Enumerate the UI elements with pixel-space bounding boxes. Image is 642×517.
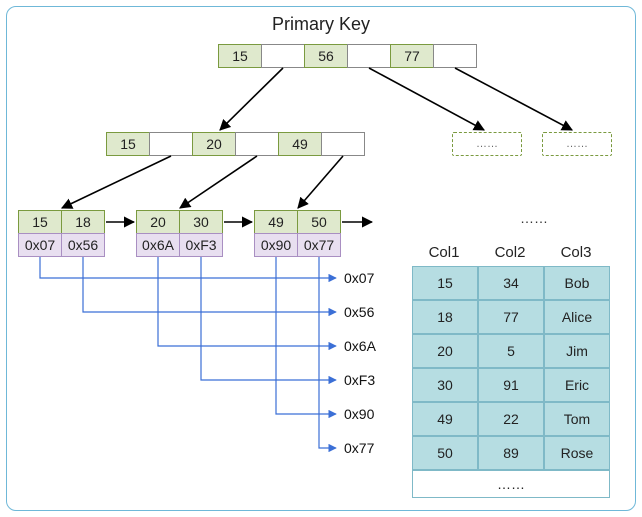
placeholder-node-0: …… <box>452 132 522 156</box>
follow-ptr-5: 0x77 <box>344 440 374 456</box>
mid-blank-1 <box>235 132 279 156</box>
td-r3c2: Eric <box>544 368 610 402</box>
root-key-2: 77 <box>390 44 434 68</box>
follow-ptr-2: 0x6A <box>344 338 376 354</box>
td-r3c0: 30 <box>412 368 478 402</box>
td-r1c2: Alice <box>544 300 610 334</box>
mid-blank-0 <box>149 132 193 156</box>
td-r2c2: Jim <box>544 334 610 368</box>
td-r2c1: 5 <box>478 334 544 368</box>
td-r1c0: 18 <box>412 300 478 334</box>
root-blank-0 <box>261 44 305 68</box>
table-footer: …… <box>412 470 610 498</box>
td-r5c2: Rose <box>544 436 610 470</box>
leaf-ellipsis: …… <box>520 210 548 226</box>
mid-key-0: 15 <box>106 132 150 156</box>
leaf1-ptr-1: 0xF3 <box>179 233 223 257</box>
leaf2-key-0: 49 <box>254 210 298 234</box>
td-r2c0: 20 <box>412 334 478 368</box>
leaf0-ptr-1: 0x56 <box>61 233 105 257</box>
th-col1: Col1 <box>412 240 476 266</box>
root-blank-2 <box>433 44 477 68</box>
mid-key-1: 20 <box>192 132 236 156</box>
placeholder-node-1: …… <box>542 132 612 156</box>
follow-ptr-1: 0x56 <box>344 304 374 320</box>
th-col3: Col3 <box>544 240 608 266</box>
root-blank-1 <box>347 44 391 68</box>
diagram-title: Primary Key <box>0 14 642 35</box>
td-r0c2: Bob <box>544 266 610 300</box>
leaf1-key-0: 20 <box>136 210 180 234</box>
leaf0-key-1: 18 <box>61 210 105 234</box>
td-r4c2: Tom <box>544 402 610 436</box>
td-r4c0: 49 <box>412 402 478 436</box>
td-r0c1: 34 <box>478 266 544 300</box>
leaf2-ptr-0: 0x90 <box>254 233 298 257</box>
leaf2-ptr-1: 0x77 <box>297 233 341 257</box>
mid-key-2: 49 <box>278 132 322 156</box>
th-col2: Col2 <box>478 240 542 266</box>
follow-ptr-4: 0x90 <box>344 406 374 422</box>
td-r1c1: 77 <box>478 300 544 334</box>
td-r3c1: 91 <box>478 368 544 402</box>
root-key-0: 15 <box>218 44 262 68</box>
root-key-1: 56 <box>304 44 348 68</box>
mid-blank-2 <box>321 132 365 156</box>
td-r0c0: 15 <box>412 266 478 300</box>
td-r5c0: 50 <box>412 436 478 470</box>
leaf1-key-1: 30 <box>179 210 223 234</box>
follow-ptr-3: 0xF3 <box>344 372 375 388</box>
leaf0-ptr-0: 0x07 <box>18 233 62 257</box>
td-r4c1: 22 <box>478 402 544 436</box>
leaf2-key-1: 50 <box>297 210 341 234</box>
leaf0-key-0: 15 <box>18 210 62 234</box>
leaf1-ptr-0: 0x6A <box>136 233 180 257</box>
td-r5c1: 89 <box>478 436 544 470</box>
follow-ptr-0: 0x07 <box>344 270 374 286</box>
